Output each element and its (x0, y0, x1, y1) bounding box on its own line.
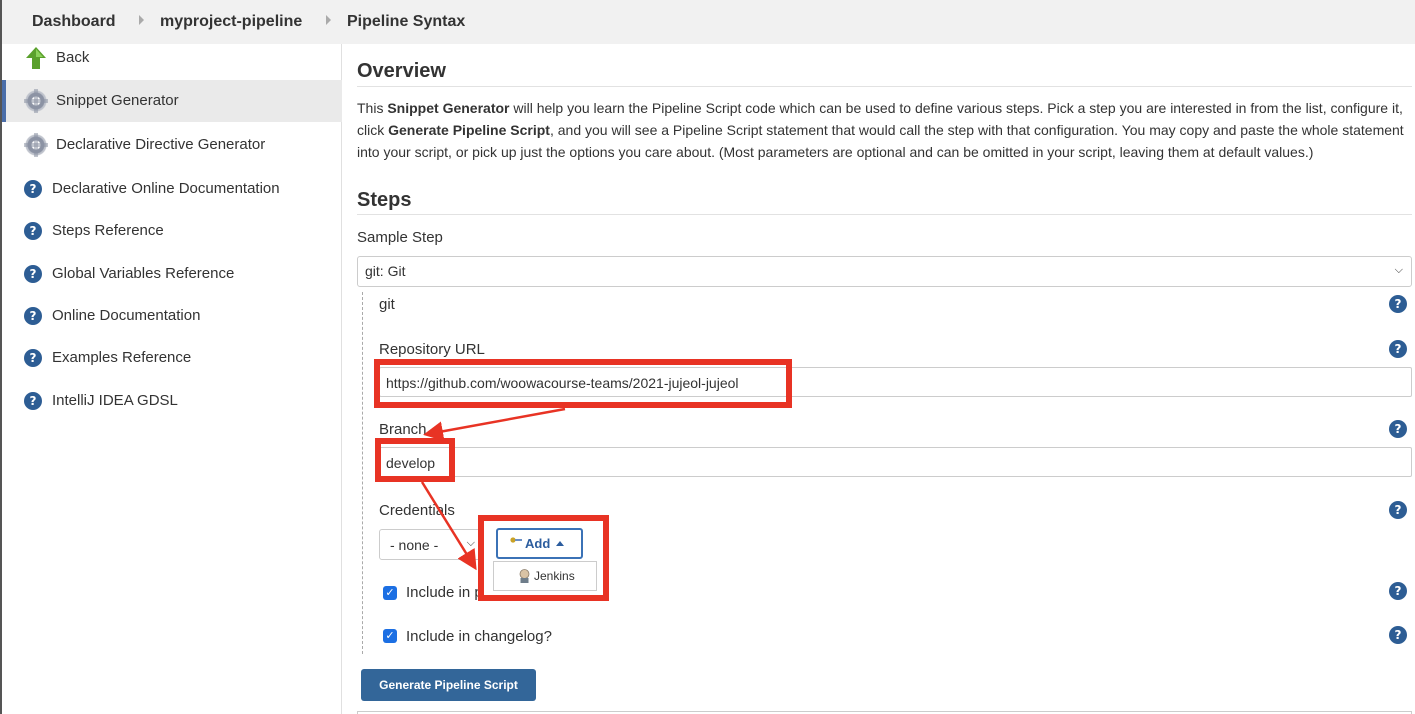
sidebar-item-label: Snippet Generator (56, 92, 179, 109)
help-icon: ? (24, 392, 42, 410)
breadcrumb: Dashboard myproject-pipeline Pipeline Sy… (0, 0, 1415, 44)
sidebar-item-label: IntelliJ IDEA GDSL (52, 392, 178, 409)
steps-heading: Steps (357, 189, 412, 211)
branch-label: Branch (379, 421, 427, 438)
highlight-box-add-credentials (478, 515, 609, 601)
overview-description: This Snippet Generator will help you lea… (357, 97, 1407, 163)
breadcrumb-pipeline-syntax[interactable]: Pipeline Syntax (347, 13, 465, 31)
sidebar-item-examples-reference[interactable]: ? Examples Reference (2, 337, 342, 379)
sidebar-item-label: Global Variables Reference (52, 265, 235, 282)
sample-step-select[interactable]: git: Git ⌵ (357, 256, 1412, 287)
branch-input[interactable]: develop (379, 447, 1412, 477)
help-icon[interactable]: ? (1389, 626, 1407, 644)
sample-step-label: Sample Step (357, 229, 443, 246)
overview-text: This (357, 100, 388, 116)
sidebar-item-steps-reference[interactable]: ? Steps Reference (2, 210, 342, 252)
sidebar-item-label: Examples Reference (52, 349, 192, 366)
sidebar-item-snippet-generator[interactable]: Snippet Generator (2, 80, 342, 122)
sidebar-item-label: Declarative Directive Generator (56, 136, 266, 153)
overview-heading: Overview (357, 60, 446, 82)
help-icon: ? (24, 222, 42, 240)
generate-pipeline-script-button[interactable]: Generate Pipeline Script (361, 669, 536, 701)
sidebar-item-global-variables-reference[interactable]: ? Global Variables Reference (2, 253, 342, 295)
sidebar-item-label: Steps Reference (52, 222, 164, 239)
sidebar-item-declarative-online-documentation[interactable]: ? Declarative Online Documentation (2, 168, 342, 210)
breadcrumb-separator-icon (326, 15, 331, 25)
help-icon: ? (24, 349, 42, 367)
credentials-label: Credentials (379, 502, 455, 519)
help-icon[interactable]: ? (1389, 501, 1407, 519)
highlight-box-repository-url (374, 359, 792, 408)
include-polling-label: Include in p (406, 584, 483, 601)
gear-icon (24, 89, 48, 113)
credentials-value: - none - (390, 537, 439, 553)
sidebar-item-label: Declarative Online Documentation (52, 180, 280, 197)
overview-bold-snippet-generator: Snippet Generator (387, 100, 510, 116)
help-icon: ? (24, 180, 42, 198)
step-config-border (362, 292, 363, 654)
breadcrumb-project[interactable]: myproject-pipeline (160, 13, 302, 31)
credentials-select[interactable]: - none - ⌵ (379, 529, 484, 560)
gear-icon (24, 133, 48, 157)
breadcrumb-dashboard[interactable]: Dashboard (32, 13, 116, 31)
include-polling-checkbox[interactable]: ✓ (383, 586, 397, 600)
sidebar-item-online-documentation[interactable]: ? Online Documentation (2, 295, 342, 337)
steps-divider (357, 214, 1412, 215)
sidebar-item-label: Online Documentation (52, 307, 201, 324)
highlight-box-branch (375, 438, 455, 482)
help-icon: ? (24, 307, 42, 325)
include-changelog-label: Include in changelog? (406, 628, 552, 645)
overview-bold-generate-script: Generate Pipeline Script (388, 122, 550, 138)
help-icon[interactable]: ? (1389, 340, 1407, 358)
up-arrow-icon (26, 47, 46, 69)
sample-step-value: git: Git (365, 263, 406, 279)
sidebar: Back Snippet Generator Declarative Direc… (0, 44, 342, 714)
arrow-repo-to-branch (423, 407, 566, 442)
help-icon[interactable]: ? (1389, 582, 1407, 600)
help-icon[interactable]: ? (1389, 295, 1407, 313)
step-name-label: git (379, 296, 395, 313)
sidebar-item-declarative-directive-generator[interactable]: Declarative Directive Generator (2, 124, 342, 166)
include-changelog-checkbox[interactable]: ✓ (383, 629, 397, 643)
help-icon: ? (24, 265, 42, 283)
help-icon[interactable]: ? (1389, 420, 1407, 438)
sidebar-item-label: Back (56, 49, 90, 66)
breadcrumb-separator-icon (139, 15, 144, 25)
overview-divider (357, 86, 1412, 87)
sidebar-item-intellij-idea-gdsl[interactable]: ? IntelliJ IDEA GDSL (2, 380, 342, 422)
chevron-down-icon: ⌵ (466, 536, 475, 549)
repository-url-label: Repository URL (379, 341, 485, 358)
chevron-down-icon: ⌵ (1394, 263, 1403, 276)
